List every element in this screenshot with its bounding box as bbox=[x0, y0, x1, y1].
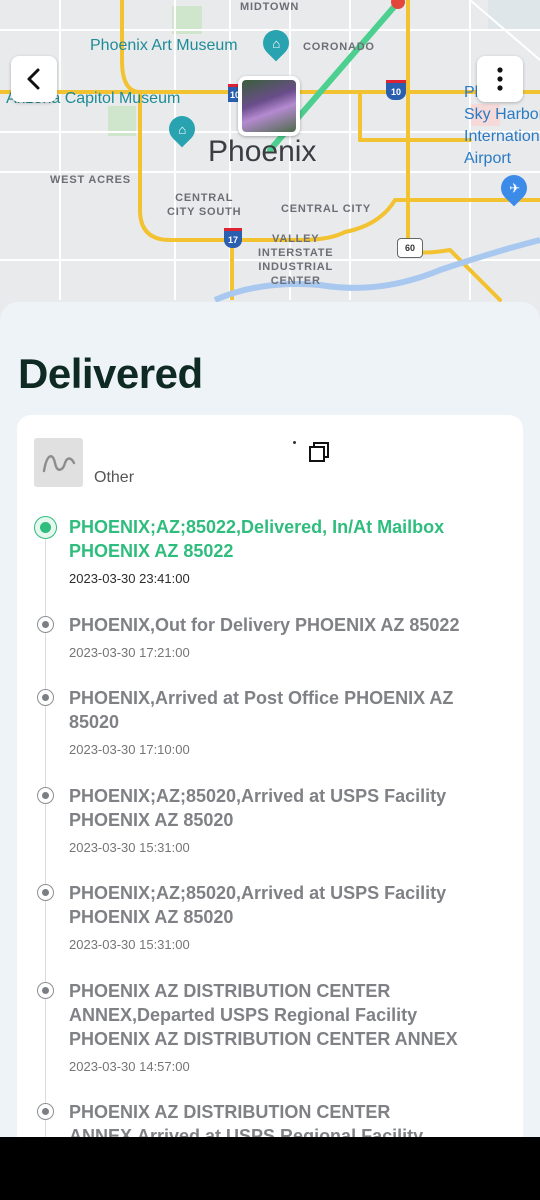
event-description: PHOENIX AZ DISTRIBUTION CENTER ANNEX,Dep… bbox=[69, 981, 458, 1049]
event-description: PHOENIX;AZ;85020,Arrived at USPS Facilit… bbox=[69, 883, 447, 927]
timeline-dot bbox=[37, 689, 54, 706]
map-label-central-city: CENTRAL CITY bbox=[281, 203, 372, 215]
timeline-dot bbox=[37, 1103, 54, 1120]
copy-icon bbox=[309, 442, 329, 462]
tracking-card: Other PHOENIX;AZ;85022,Delivered, In/At … bbox=[17, 415, 523, 1137]
map-label-city: Phoenix bbox=[208, 135, 317, 168]
event-description: PHOENIX,Arrived at Post Office PHOENIX A… bbox=[69, 688, 454, 732]
more-options-button[interactable] bbox=[477, 56, 523, 102]
location-photo-marker[interactable] bbox=[238, 76, 300, 136]
interstate-shield: 10 bbox=[386, 80, 406, 100]
carrier-logo bbox=[34, 438, 83, 487]
museum-icon: ⌂ bbox=[178, 121, 186, 137]
event-time: 2023-03-30 23:41:00 bbox=[69, 571, 190, 586]
event-time: 2023-03-30 14:57:00 bbox=[69, 1059, 190, 1074]
timeline-dot bbox=[37, 616, 54, 633]
system-navigation-bar bbox=[0, 1137, 540, 1200]
timeline-dot bbox=[37, 884, 54, 901]
location-photo bbox=[242, 80, 296, 132]
event-description: PHOENIX;AZ;85022,Delivered, In/At Mailbo… bbox=[69, 517, 445, 561]
event-time: 2023-03-30 15:31:00 bbox=[69, 937, 190, 952]
interstate-shield: 17 bbox=[224, 228, 242, 248]
map-label-west-acres: WEST ACRES bbox=[50, 174, 131, 186]
event-description: PHOENIX AZ DISTRIBUTION CENTER ANNEX,Arr… bbox=[69, 1102, 424, 1137]
event-time: 2023-03-30 17:21:00 bbox=[69, 645, 190, 660]
state-route-shield: 60 bbox=[397, 238, 423, 258]
back-button[interactable] bbox=[11, 56, 57, 102]
event-time: 2023-03-30 15:31:00 bbox=[69, 840, 190, 855]
carrier-logo-icon bbox=[42, 454, 75, 472]
chevron-left-icon bbox=[27, 68, 40, 90]
tracking-number-placeholder bbox=[293, 441, 296, 444]
copy-button[interactable] bbox=[306, 439, 332, 465]
timeline-dot bbox=[37, 787, 54, 804]
event-description: PHOENIX;AZ;85020,Arrived at USPS Facilit… bbox=[69, 786, 447, 830]
map-label-valley-interstate: VALLEY INTERSTATE INDUSTRIAL CENTER bbox=[258, 233, 334, 287]
carrier-name: Other bbox=[94, 469, 135, 486]
map-label-midtown: MIDTOWN bbox=[240, 1, 300, 13]
event-time: 2023-03-30 17:10:00 bbox=[69, 742, 190, 757]
timeline-dot bbox=[37, 982, 54, 999]
app-screen: MIDTOWN Phoenix Art Museum CORONADO Ariz… bbox=[0, 0, 540, 1137]
event-description: PHOENIX,Out for Delivery PHOENIX AZ 8502… bbox=[69, 615, 460, 635]
map-label-central-city-south: CENTRAL CITY SOUTH bbox=[167, 192, 242, 218]
museum-icon: ⌂ bbox=[272, 35, 280, 51]
delivery-status-title: Delivered bbox=[18, 350, 203, 397]
tracking-sheet: Delivered Other PHOENIX;AZ;85022,Deliver… bbox=[0, 302, 540, 1137]
map-label-coronado: CORONADO bbox=[303, 41, 375, 53]
map-view[interactable]: MIDTOWN Phoenix Art Museum CORONADO Ariz… bbox=[0, 0, 540, 320]
airplane-icon: ✈ bbox=[508, 180, 520, 196]
more-vertical-icon bbox=[497, 67, 503, 91]
timeline-dot-active bbox=[34, 516, 57, 539]
map-label-art-museum[interactable]: Phoenix Art Museum bbox=[90, 37, 238, 55]
